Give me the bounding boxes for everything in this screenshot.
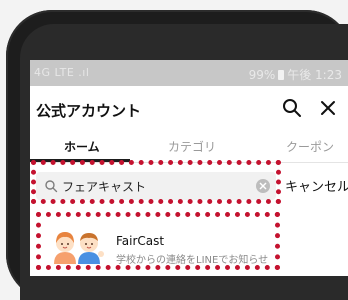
battery-percent: 99% (248, 67, 276, 82)
search-icon[interactable] (280, 96, 304, 120)
battery-icon (278, 69, 285, 80)
status-bar: 4G LTE .ıl 99% 午後 1:23 (30, 60, 348, 86)
tab-coupon[interactable]: クーポン (286, 138, 334, 155)
search-highlight (31, 160, 281, 204)
status-right: 99% 午後 1:23 (249, 66, 342, 83)
tab-category[interactable]: カテゴリ (168, 138, 216, 155)
close-icon[interactable] (316, 96, 340, 120)
result-highlight (36, 212, 280, 270)
cancel-button[interactable]: キャンセル (285, 176, 348, 195)
signal-status: 4G LTE .ıl (34, 66, 90, 79)
header: 公式アカウント (30, 86, 348, 132)
clock: 午後 1:23 (287, 68, 342, 82)
page-title: 公式アカウント (36, 102, 142, 120)
tab-home[interactable]: ホーム (64, 138, 100, 155)
